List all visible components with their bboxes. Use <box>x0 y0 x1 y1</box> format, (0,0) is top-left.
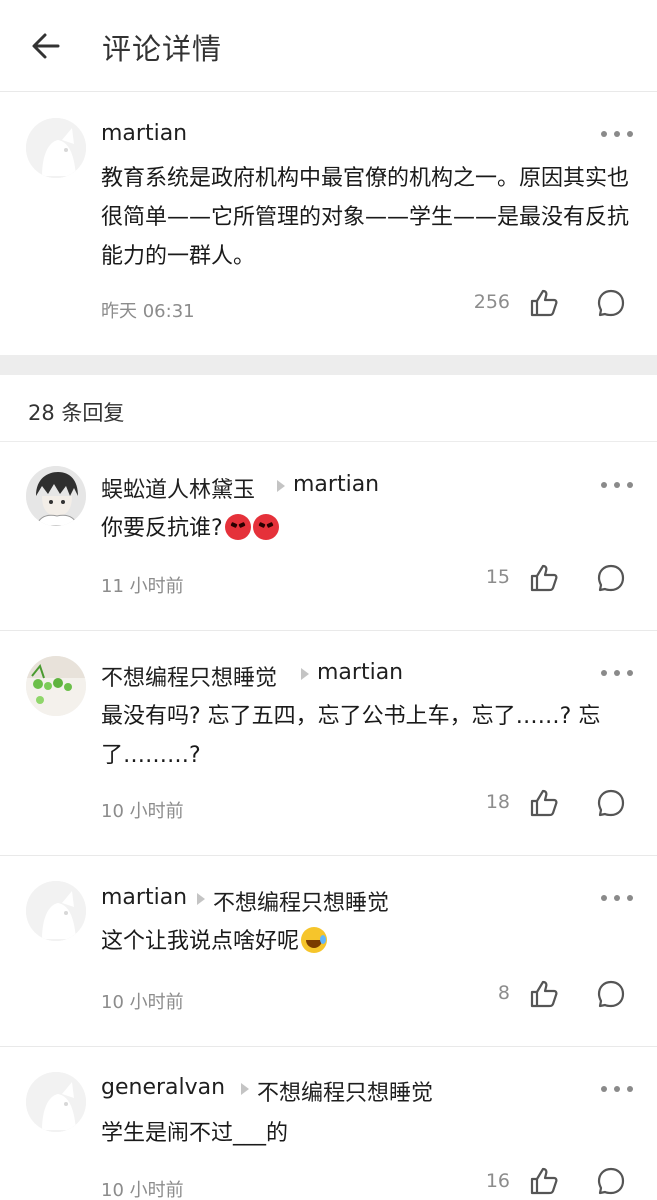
reply-to-arrow-icon <box>197 893 205 905</box>
reply-text: 学生是闹不过___的 <box>101 1121 289 1146</box>
reply-text-line: 你要反抗谁? <box>101 509 631 548</box>
reply-text: 这个让我说点啥好呢 <box>101 929 300 954</box>
like-count: 15 <box>485 566 510 588</box>
comment-bubble-icon[interactable] <box>596 788 626 818</box>
dot <box>601 131 607 137</box>
comment-text: 教育系统是政府机构中最官僚的机构之一。原因其实也很简单——它所管理的对象——学生… <box>101 166 630 269</box>
replies-header: 28 条回复 <box>0 375 657 442</box>
dot <box>601 482 607 488</box>
anime-avatar-icon <box>26 466 86 526</box>
reply-count: 28 条回复 <box>28 401 125 425</box>
avatar[interactable] <box>26 881 86 941</box>
comment-bubble-icon[interactable] <box>596 563 626 593</box>
comment-bubble-icon[interactable] <box>596 1166 626 1196</box>
page-title: 评论详情 <box>102 32 223 66</box>
dot <box>601 1086 607 1092</box>
thumbs-up-icon[interactable] <box>529 788 559 818</box>
dot <box>614 895 620 901</box>
like-count: 18 <box>485 791 510 813</box>
dot <box>627 1086 633 1092</box>
reply-to-arrow-icon <box>241 1083 249 1095</box>
more-options-button[interactable] <box>601 891 633 905</box>
reply-time: 10 小时前 <box>101 992 184 1013</box>
like-count: 8 <box>497 982 510 1004</box>
comment-bubble-icon[interactable] <box>596 288 626 318</box>
reply-author[interactable]: 蜈蚣道人林黛玉 <box>101 472 255 504</box>
dot <box>614 1086 620 1092</box>
reply-author[interactable]: generalvan <box>101 1075 225 1100</box>
dot <box>627 482 633 488</box>
reply-author[interactable]: martian <box>101 885 187 910</box>
dot <box>601 895 607 901</box>
arrow-left-icon <box>32 33 60 59</box>
default-avatar-icon <box>26 881 86 941</box>
more-options-button[interactable] <box>601 666 633 680</box>
reply-text-line: 这个让我说点啥好呢 <box>101 922 631 961</box>
avatar[interactable] <box>26 118 86 178</box>
avatar[interactable] <box>26 656 86 716</box>
top-bar: 评论详情 <box>0 0 657 92</box>
avatar[interactable] <box>26 1072 86 1132</box>
reply-time: 10 小时前 <box>101 1180 184 1200</box>
default-avatar-icon <box>26 118 86 178</box>
dot <box>627 670 633 676</box>
reply-time: 11 小时前 <box>101 576 184 597</box>
more-options-button[interactable] <box>601 127 633 141</box>
divider <box>0 630 657 631</box>
back-button[interactable] <box>26 26 66 66</box>
comment-time: 昨天 06:31 <box>101 301 195 322</box>
angry-face-icon <box>224 514 251 540</box>
divider <box>0 1046 657 1047</box>
reply-to-arrow-icon <box>301 668 309 680</box>
default-avatar-icon <box>26 1072 86 1132</box>
thumbs-up-icon[interactable] <box>529 288 559 318</box>
reply-target[interactable]: 不想编程只想睡觉 <box>257 1075 433 1107</box>
comment-author[interactable]: martian <box>101 121 187 146</box>
laughing-tears-face-icon <box>301 927 328 953</box>
reply-text: 你要反抗谁? <box>101 516 223 541</box>
reply-target[interactable]: martian <box>317 660 403 685</box>
thumbs-up-icon[interactable] <box>529 1166 559 1196</box>
avatar[interactable] <box>26 466 86 526</box>
thumbs-up-icon[interactable] <box>529 563 559 593</box>
section-divider <box>0 355 657 375</box>
dot <box>601 670 607 676</box>
more-options-button[interactable] <box>601 478 633 492</box>
reply-target[interactable]: 不想编程只想睡觉 <box>213 885 389 917</box>
reply-time: 10 小时前 <box>101 801 184 822</box>
dot <box>614 670 620 676</box>
reply-author[interactable]: 不想编程只想睡觉 <box>101 660 277 692</box>
reply-text: 最没有吗? 忘了五四，忘了公书上车，忘了……? 忘了………? <box>101 704 601 768</box>
dot <box>614 482 620 488</box>
angry-face-icon <box>252 514 279 540</box>
like-count: 256 <box>473 291 510 313</box>
thumbs-up-icon[interactable] <box>529 979 559 1009</box>
like-count: 16 <box>485 1170 510 1192</box>
dot <box>627 895 633 901</box>
reply-target[interactable]: martian <box>293 472 379 497</box>
dot <box>627 131 633 137</box>
dot <box>614 131 620 137</box>
plant-avatar-icon <box>26 656 86 716</box>
reply-to-arrow-icon <box>277 480 285 492</box>
divider <box>0 855 657 856</box>
more-options-button[interactable] <box>601 1082 633 1096</box>
comment-bubble-icon[interactable] <box>596 979 626 1009</box>
